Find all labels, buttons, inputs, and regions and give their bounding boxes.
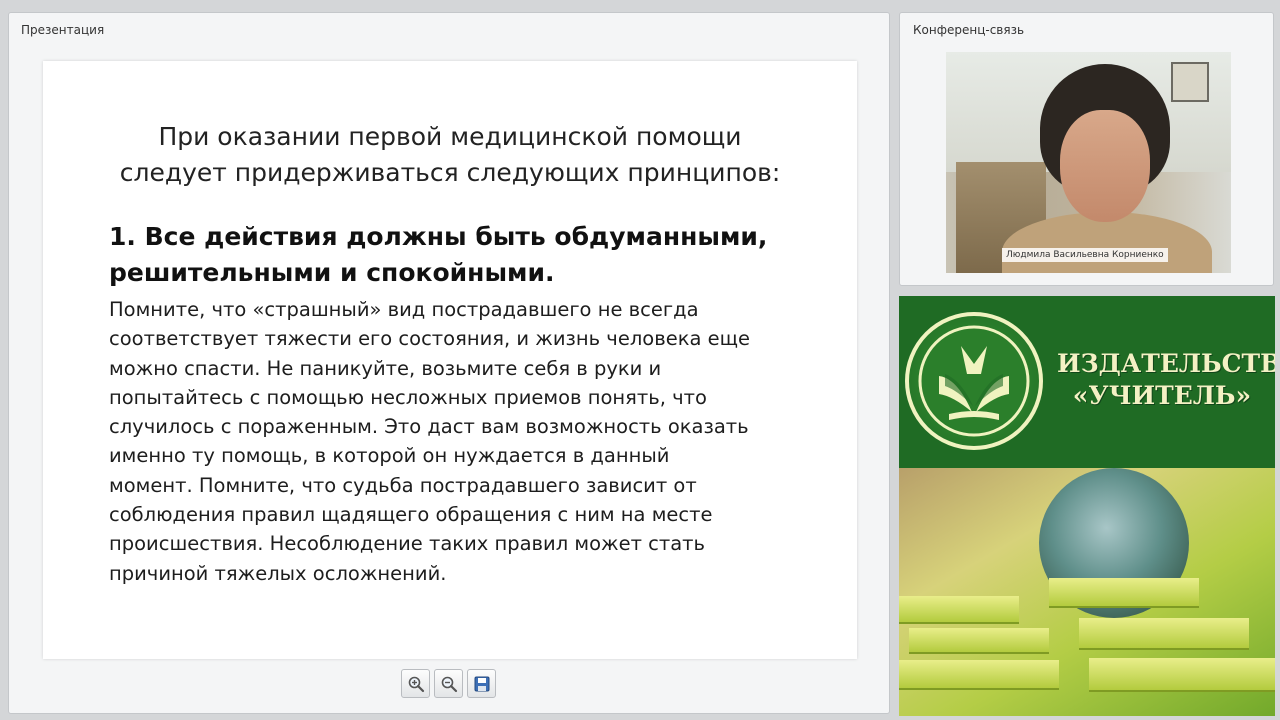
slide-body-line: можно спасти. Не паникуйте, возьмите себ… xyxy=(109,356,662,380)
zoom-out-icon xyxy=(441,676,457,692)
slide-body-line: соответствует тяжести его состояния, и ж… xyxy=(109,327,750,351)
slide-body-line: попытайтесь с помощью несложных приемов … xyxy=(109,385,707,409)
publisher-name: ИЗДАТЕЛЬСТВО «УЧИТЕЛЬ» xyxy=(1057,348,1275,412)
slide-body-text: Помните, что «страшный» вид пострадавшег… xyxy=(109,295,829,588)
book-image xyxy=(909,628,1049,654)
conference-panel: Конференц-связь Людмила Васильевна Корни… xyxy=(899,12,1274,286)
slide-heading: При оказании первой медицинской помощи с… xyxy=(43,119,857,191)
book-image xyxy=(1089,658,1275,692)
slide-principle-line: 1. Все действия должны быть обдуманными, xyxy=(109,222,768,251)
participant-name-tag: Людмила Васильевна Корниенко xyxy=(1002,248,1168,262)
slide-body-line: Помните, что «страшный» вид пострадавшег… xyxy=(109,298,699,321)
presentation-toolbar xyxy=(401,669,496,699)
presentation-slide: При оказании первой медицинской помощи с… xyxy=(43,61,857,659)
book-image xyxy=(899,596,1019,624)
publisher-name-line: «УЧИТЕЛЬ» xyxy=(1072,381,1252,410)
video-wall-picture xyxy=(1171,62,1209,102)
zoom-in-icon xyxy=(408,676,424,692)
slide-body-line: момент. Помните, что судьба пострадавшег… xyxy=(109,473,697,497)
slide-body-line: происшествия. Несоблюдение таких правил … xyxy=(109,532,706,556)
publisher-banner: ИЗДАТЕЛЬСТВО «УЧИТЕЛЬ» xyxy=(899,296,1275,716)
presentation-panel: Презентация При оказании первой медицинс… xyxy=(8,12,890,714)
slide-heading-line: следует придерживаться следующих принцип… xyxy=(119,158,781,187)
publisher-banner-image xyxy=(899,468,1275,716)
slide-body-line: именно ту помощь, в которой он нуждается… xyxy=(109,444,670,468)
slide-heading-line: При оказании первой медицинской помощи xyxy=(158,122,742,151)
zoom-out-button[interactable] xyxy=(434,669,463,698)
slide-principle-line: решительными и спокойными. xyxy=(109,258,555,287)
conference-panel-title: Конференц-связь xyxy=(913,23,1025,37)
book-image xyxy=(1049,578,1199,608)
zoom-in-button[interactable] xyxy=(401,669,430,698)
publisher-name-line: ИЗДАТЕЛЬСТВО xyxy=(1057,349,1275,378)
participant-face xyxy=(1060,110,1150,222)
presentation-panel-title: Презентация xyxy=(21,23,105,37)
slide-body-line: соблюдения правил щадящего обращения с н… xyxy=(109,503,713,527)
publisher-logo-icon xyxy=(905,312,1043,450)
book-image xyxy=(1079,618,1249,650)
slide-body-line: причиной тяжелых осложнений. xyxy=(109,561,447,585)
participant-video[interactable]: Людмила Васильевна Корниенко xyxy=(946,52,1231,273)
save-button[interactable] xyxy=(467,669,496,698)
book-image xyxy=(899,660,1059,690)
save-icon xyxy=(474,676,489,691)
slide-principle: 1. Все действия должны быть обдуманными,… xyxy=(109,219,829,291)
slide-body-line: случилось с пораженным. Это даст вам воз… xyxy=(109,415,749,439)
publisher-banner-header: ИЗДАТЕЛЬСТВО «УЧИТЕЛЬ» xyxy=(899,296,1275,468)
